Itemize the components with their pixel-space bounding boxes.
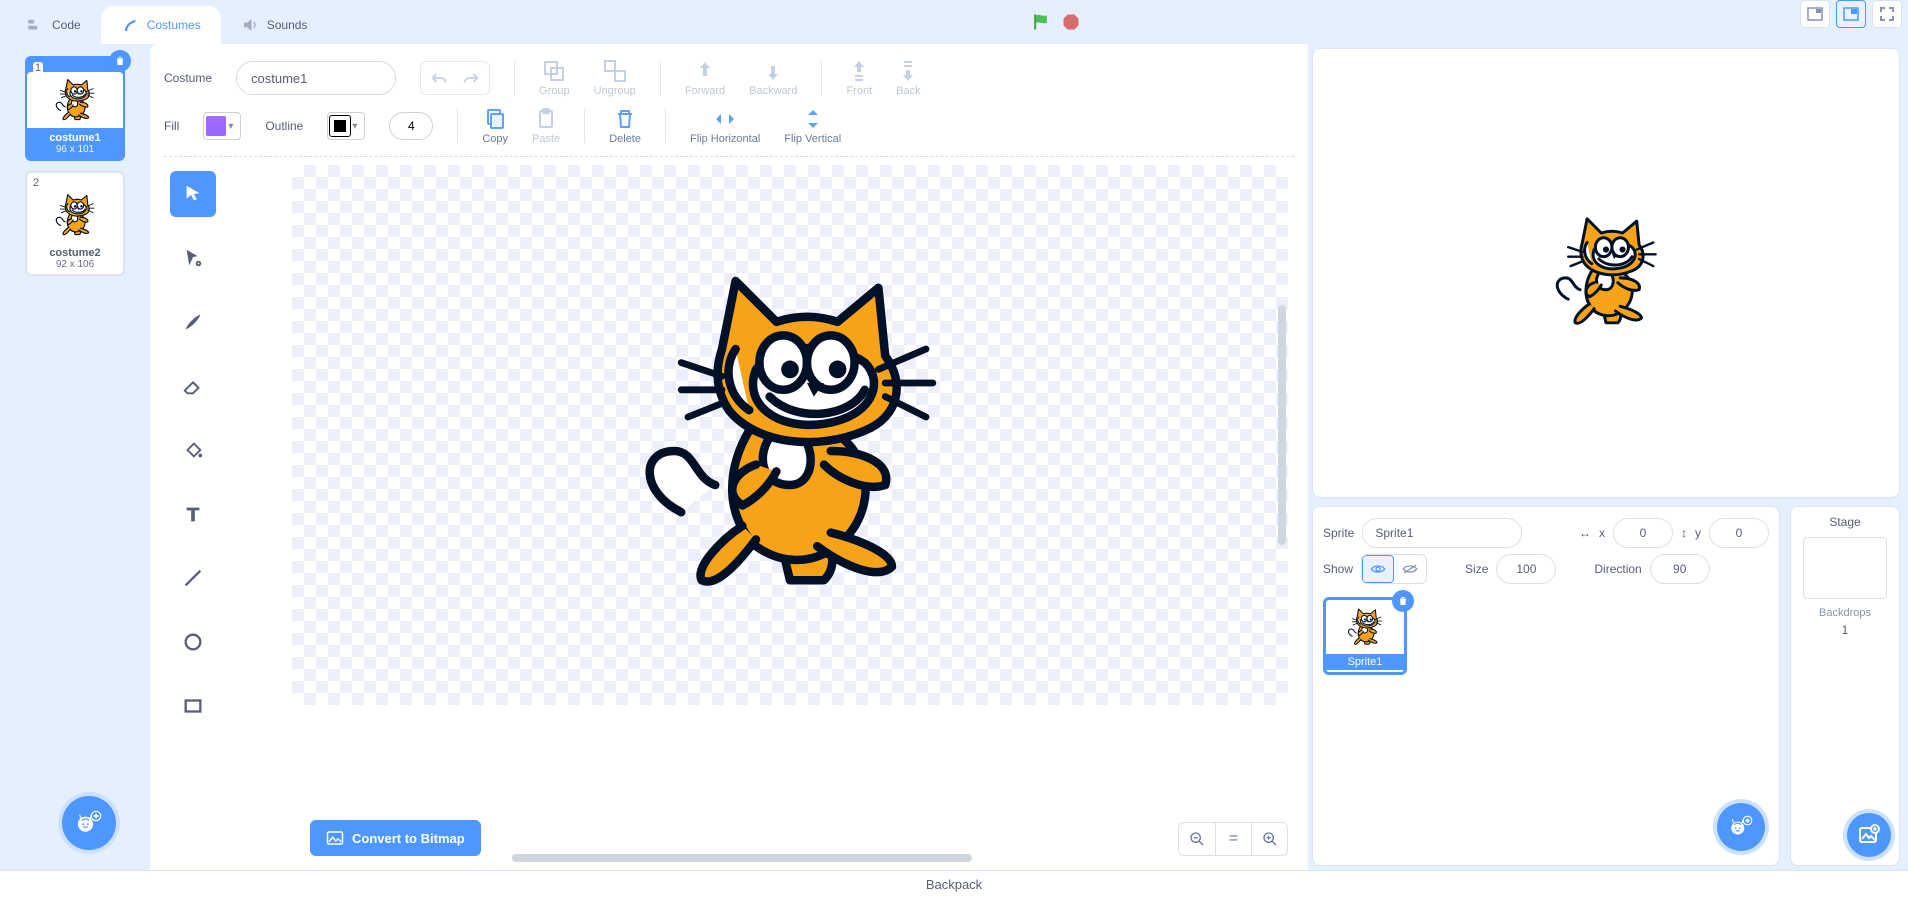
costume-list-panel: 1 costume1 96 x 101 2 costume2 92 x 106: [0, 44, 150, 870]
costume-name: costume1: [27, 132, 123, 144]
costume-editor: Costume Group Ungroup Forward Backward F…: [150, 44, 1308, 870]
ungroup-button[interactable]: Ungroup: [594, 59, 636, 97]
costume-thumb: [27, 72, 123, 128]
costume-name: costume2: [27, 247, 123, 259]
stop-button[interactable]: [1061, 12, 1081, 32]
redo-button[interactable]: [457, 66, 485, 90]
delete-button[interactable]: Delete: [609, 107, 641, 145]
costume-name-label: Costume: [164, 71, 212, 85]
canvas[interactable]: [292, 165, 1288, 864]
brush-tool[interactable]: [170, 299, 216, 345]
costume-name-input[interactable]: [236, 61, 396, 95]
costume-thumb: [27, 187, 123, 243]
green-flag-button[interactable]: [1031, 11, 1051, 33]
direction-label: Direction: [1594, 562, 1641, 576]
show-hidden-button[interactable]: [1394, 555, 1426, 583]
stage-view[interactable]: [1312, 48, 1900, 498]
drawing-tools: [164, 165, 284, 864]
tab-code[interactable]: Code: [6, 6, 101, 44]
horizontal-scrollbar[interactable]: [512, 854, 972, 862]
backdrops-count: 1: [1799, 623, 1891, 637]
reshape-tool[interactable]: [170, 235, 216, 281]
copy-button[interactable]: Copy: [482, 107, 508, 145]
paste-button[interactable]: Paste: [532, 107, 560, 145]
tab-costumes-label: Costumes: [147, 18, 201, 32]
stage-size-controls: [1800, 0, 1902, 44]
bitmap-icon: [326, 830, 344, 846]
y-label: y: [1695, 526, 1701, 540]
tab-sounds[interactable]: Sounds: [221, 6, 328, 44]
sprite-card[interactable]: Sprite1: [1323, 597, 1407, 675]
backward-button[interactable]: Backward: [749, 59, 797, 97]
y-input[interactable]: [1709, 518, 1769, 548]
backpack-bar[interactable]: Backpack: [0, 870, 1908, 898]
fill-label: Fill: [164, 119, 179, 133]
group-button[interactable]: Group: [539, 59, 570, 97]
backdrops-label: Backdrops: [1799, 607, 1891, 619]
zoom-reset-button[interactable]: =: [1215, 823, 1251, 855]
right-column: Sprite ↔ x ↕ y Show Size: [1308, 44, 1908, 870]
sprite-name-input[interactable]: [1362, 518, 1522, 548]
back-button[interactable]: Back: [896, 59, 920, 97]
costume-index: 1: [33, 62, 43, 74]
stage-small-button[interactable]: [1800, 0, 1830, 28]
top-bar: Code Costumes Sounds: [0, 0, 1908, 44]
direction-input[interactable]: [1650, 554, 1710, 584]
flip-vertical-button[interactable]: Flip Vertical: [784, 107, 841, 145]
size-label: Size: [1465, 562, 1488, 576]
tab-costumes[interactable]: Costumes: [101, 6, 221, 44]
costume-card-1[interactable]: 1 costume1 96 x 101: [25, 56, 125, 161]
size-input[interactable]: [1496, 554, 1556, 584]
outline-color-picker[interactable]: ▾: [327, 112, 365, 140]
tab-sounds-label: Sounds: [267, 18, 308, 32]
costume-size: 92 x 106: [27, 259, 123, 270]
tab-code-label: Code: [52, 18, 81, 32]
zoom-out-button[interactable]: [1179, 823, 1215, 855]
zoom-in-button[interactable]: [1251, 823, 1287, 855]
outline-label: Outline: [265, 119, 303, 133]
add-backdrop-button[interactable]: [1847, 813, 1891, 857]
costumes-icon: [121, 16, 139, 34]
vertical-scrollbar[interactable]: [1278, 305, 1286, 545]
line-tool[interactable]: [170, 555, 216, 601]
outline-width-input[interactable]: [389, 112, 433, 140]
rectangle-tool[interactable]: [170, 683, 216, 729]
fill-tool[interactable]: [170, 427, 216, 473]
delete-costume-button[interactable]: [109, 50, 131, 72]
forward-button[interactable]: Forward: [685, 59, 725, 97]
stage-title: Stage: [1799, 515, 1891, 529]
sprite-label: Sprite: [1323, 526, 1354, 540]
sprite-info-panel: Sprite ↔ x ↕ y Show Size: [1312, 506, 1780, 866]
stage-large-button[interactable]: [1836, 0, 1866, 28]
stage-thumbnail[interactable]: [1803, 537, 1887, 599]
sprite-card-name: Sprite1: [1326, 654, 1404, 670]
costume-index: 2: [33, 177, 39, 189]
x-input[interactable]: [1613, 518, 1673, 548]
show-label: Show: [1323, 562, 1353, 576]
convert-to-bitmap-button[interactable]: Convert to Bitmap: [310, 820, 481, 856]
delete-sprite-button[interactable]: [1392, 590, 1414, 612]
front-button[interactable]: Front: [846, 59, 872, 97]
fullscreen-button[interactable]: [1872, 0, 1902, 28]
stage-panel: Stage Backdrops 1: [1790, 506, 1900, 866]
x-label: x: [1599, 526, 1605, 540]
add-costume-button[interactable]: [62, 796, 116, 850]
text-tool[interactable]: [170, 491, 216, 537]
eraser-tool[interactable]: [170, 363, 216, 409]
tabs: Code Costumes Sounds: [6, 0, 327, 44]
undo-button[interactable]: [425, 66, 453, 90]
sounds-icon: [241, 16, 259, 34]
select-tool[interactable]: [170, 171, 216, 217]
zoom-controls: =: [1178, 822, 1288, 856]
circle-tool[interactable]: [170, 619, 216, 665]
fill-color-picker[interactable]: ▾: [203, 112, 241, 140]
costume-card-2[interactable]: 2 costume2 92 x 106: [25, 171, 125, 276]
flip-horizontal-button[interactable]: Flip Horizontal: [690, 107, 760, 145]
main-area: 1 costume1 96 x 101 2 costume2 92 x 106 …: [0, 44, 1908, 870]
costume-size: 96 x 101: [27, 144, 123, 155]
show-visible-button[interactable]: [1362, 555, 1394, 583]
code-icon: [26, 16, 44, 34]
add-sprite-button[interactable]: [1717, 803, 1765, 851]
